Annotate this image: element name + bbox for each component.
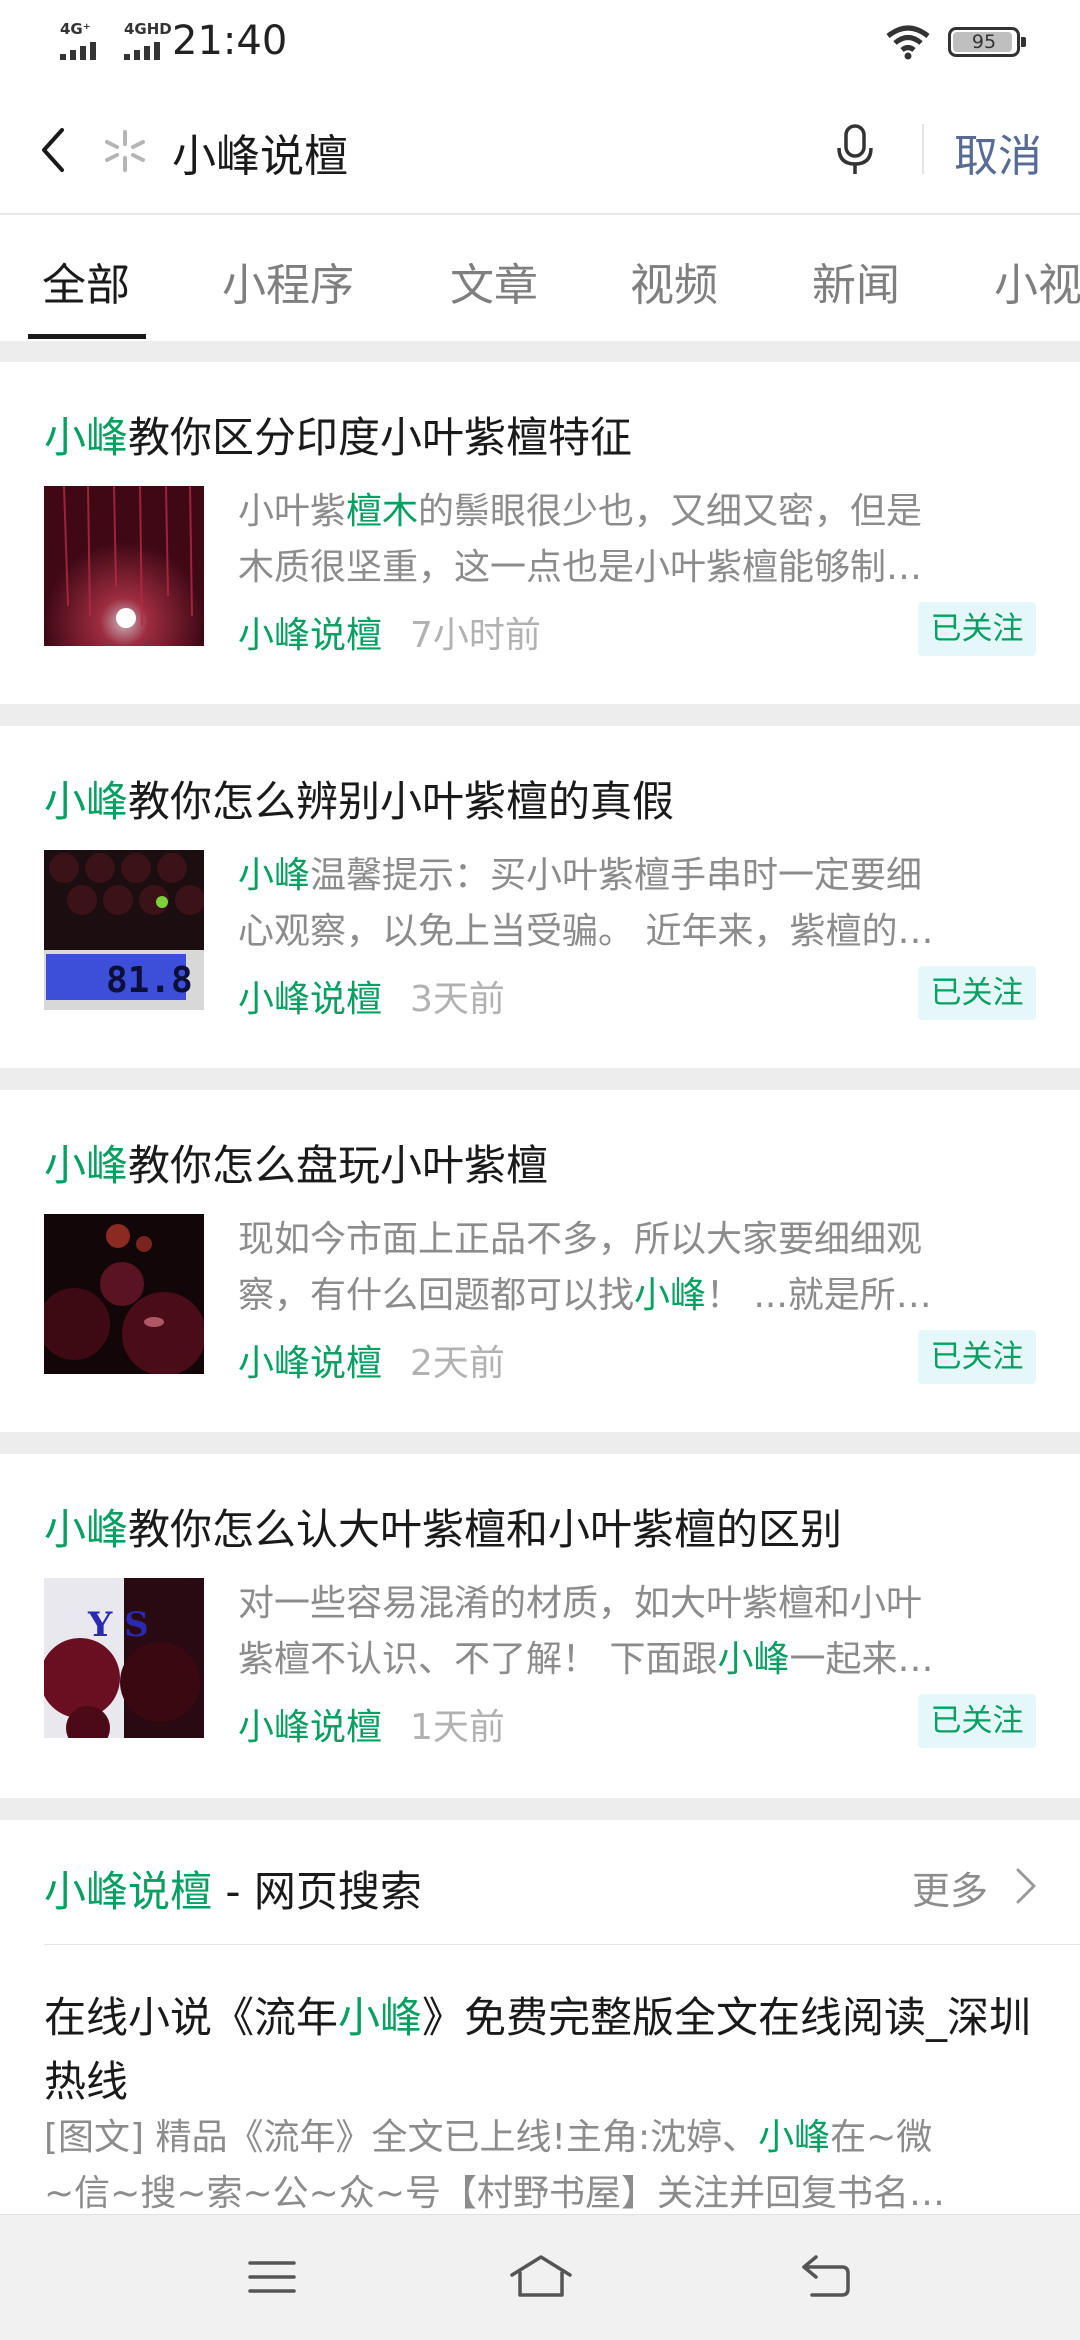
status-bar: 4G⁺ 4GHD 21:40 95 — [0, 0, 1080, 86]
article-card[interactable]: 小峰教你怎么认大叶紫檀和小叶紫檀的区别 Y S 对一些容易混淆的材质，如大叶紫檀… — [0, 1454, 1080, 1798]
article-time: 3天前 — [410, 979, 505, 1020]
return-icon[interactable] — [796, 2249, 856, 2305]
web-search-header: 小峰说檀 - 网页搜索 — [44, 1867, 422, 1916]
scale-readout: 81.8 — [106, 960, 193, 1001]
status-time: 21:40 — [172, 18, 288, 64]
battery-icon: 95 — [948, 27, 1026, 57]
tab-news[interactable]: 新闻 — [812, 249, 900, 313]
tab-videos[interactable]: 视频 — [630, 249, 718, 313]
article-snippet: 小叶紫檀木的鬃眼很少也，又细又密，但是 木质很坚重，这一点也是小叶紫檀能够制… — [238, 491, 923, 588]
search-input[interactable]: 小峰说檀 — [172, 120, 348, 184]
article-snippet: 现如今市面上正品不多，所以大家要细细观 察，有什么回题都可以找小峰！ ...就是… — [238, 1219, 932, 1316]
tab-short-video[interactable]: 小视 — [994, 249, 1080, 313]
article-card[interactable]: 小峰教你怎么辨别小叶紫檀的真假 81.8 小峰温馨提示：买小叶紫檀手串时一定要细… — [0, 726, 1080, 1068]
article-source[interactable]: 小峰说檀 — [238, 970, 382, 1022]
article-time: 2天前 — [410, 1343, 505, 1384]
system-nav-bar — [0, 2214, 1080, 2340]
loading-icon — [105, 130, 145, 172]
back-icon[interactable] — [30, 120, 80, 180]
mic-icon[interactable] — [832, 122, 878, 178]
article-thumbnail: 81.8 — [44, 850, 204, 1010]
signal-icon-2: 4GHD — [122, 20, 172, 60]
followed-badge[interactable]: 已关注 — [918, 602, 1036, 656]
article-source[interactable]: 小峰说檀 — [238, 606, 382, 658]
signal-icon: 4G⁺ — [58, 20, 106, 60]
tab-indicator — [28, 334, 146, 339]
article-source[interactable]: 小峰说檀 — [238, 1698, 382, 1750]
article-title[interactable]: 小峰教你区分印度小叶紫檀特征 — [44, 404, 632, 465]
followed-badge[interactable]: 已关注 — [918, 966, 1036, 1020]
article-thumbnail — [44, 1214, 204, 1374]
tab-bar: 全部 小程序 文章 视频 新闻 小视 — [0, 215, 1080, 341]
web-result-snippet: [图文] 精品《流年》全文已上线!主角:沈婷、小峰在~微 ~信~搜~索~公~众~… — [44, 2117, 945, 2214]
article-card[interactable]: 小峰教你区分印度小叶紫檀特征 小叶紫檀木的鬃眼很少也，又细又密，但是 木质很坚重… — [0, 362, 1080, 704]
tab-articles[interactable]: 文章 — [450, 249, 538, 313]
menu-icon[interactable] — [242, 2249, 302, 2305]
article-time: 7小时前 — [410, 615, 541, 656]
article-snippet: 对一些容易混淆的材质，如大叶紫檀和小叶 紫檀不认识、不了解！ 下面跟小峰一起来… — [238, 1583, 934, 1680]
chevron-right-icon[interactable] — [1014, 1864, 1038, 1908]
article-card[interactable]: 小峰教你怎么盘玩小叶紫檀 现如今市面上正品不多，所以大家要细细观 察，有什么回题… — [0, 1090, 1080, 1432]
tab-all[interactable]: 全部 — [42, 249, 130, 313]
cancel-button[interactable]: 取消 — [954, 120, 1042, 184]
article-time: 1天前 — [410, 1707, 505, 1748]
article-title[interactable]: 小峰教你怎么盘玩小叶紫檀 — [44, 1132, 548, 1193]
web-result-title[interactable]: 在线小说《流年小峰》免费完整版全文在线阅读_深圳热线 — [44, 1986, 1044, 2114]
wifi-icon — [886, 25, 930, 60]
followed-badge[interactable]: 已关注 — [918, 1330, 1036, 1384]
followed-badge[interactable]: 已关注 — [918, 1694, 1036, 1748]
home-icon[interactable] — [506, 2249, 576, 2305]
search-bar: 小峰说檀 取消 — [0, 86, 1080, 214]
article-thumbnail — [44, 486, 204, 646]
thumb-letters: Y S — [87, 1605, 149, 1645]
article-title[interactable]: 小峰教你怎么辨别小叶紫檀的真假 — [44, 768, 674, 829]
divider — [922, 124, 924, 174]
more-link[interactable]: 更多 — [912, 1860, 988, 1915]
article-title[interactable]: 小峰教你怎么认大叶紫檀和小叶紫檀的区别 — [44, 1496, 842, 1557]
tab-mini-program[interactable]: 小程序 — [222, 249, 354, 313]
article-thumbnail: Y S — [44, 1578, 204, 1738]
battery-level: 95 — [971, 31, 997, 53]
article-source[interactable]: 小峰说檀 — [238, 1334, 382, 1386]
divider — [44, 1944, 1080, 1945]
article-snippet: 小峰温馨提示：买小叶紫檀手串时一定要细 心观察，以免上当受骗。 近年来，紫檀的… — [238, 855, 934, 952]
